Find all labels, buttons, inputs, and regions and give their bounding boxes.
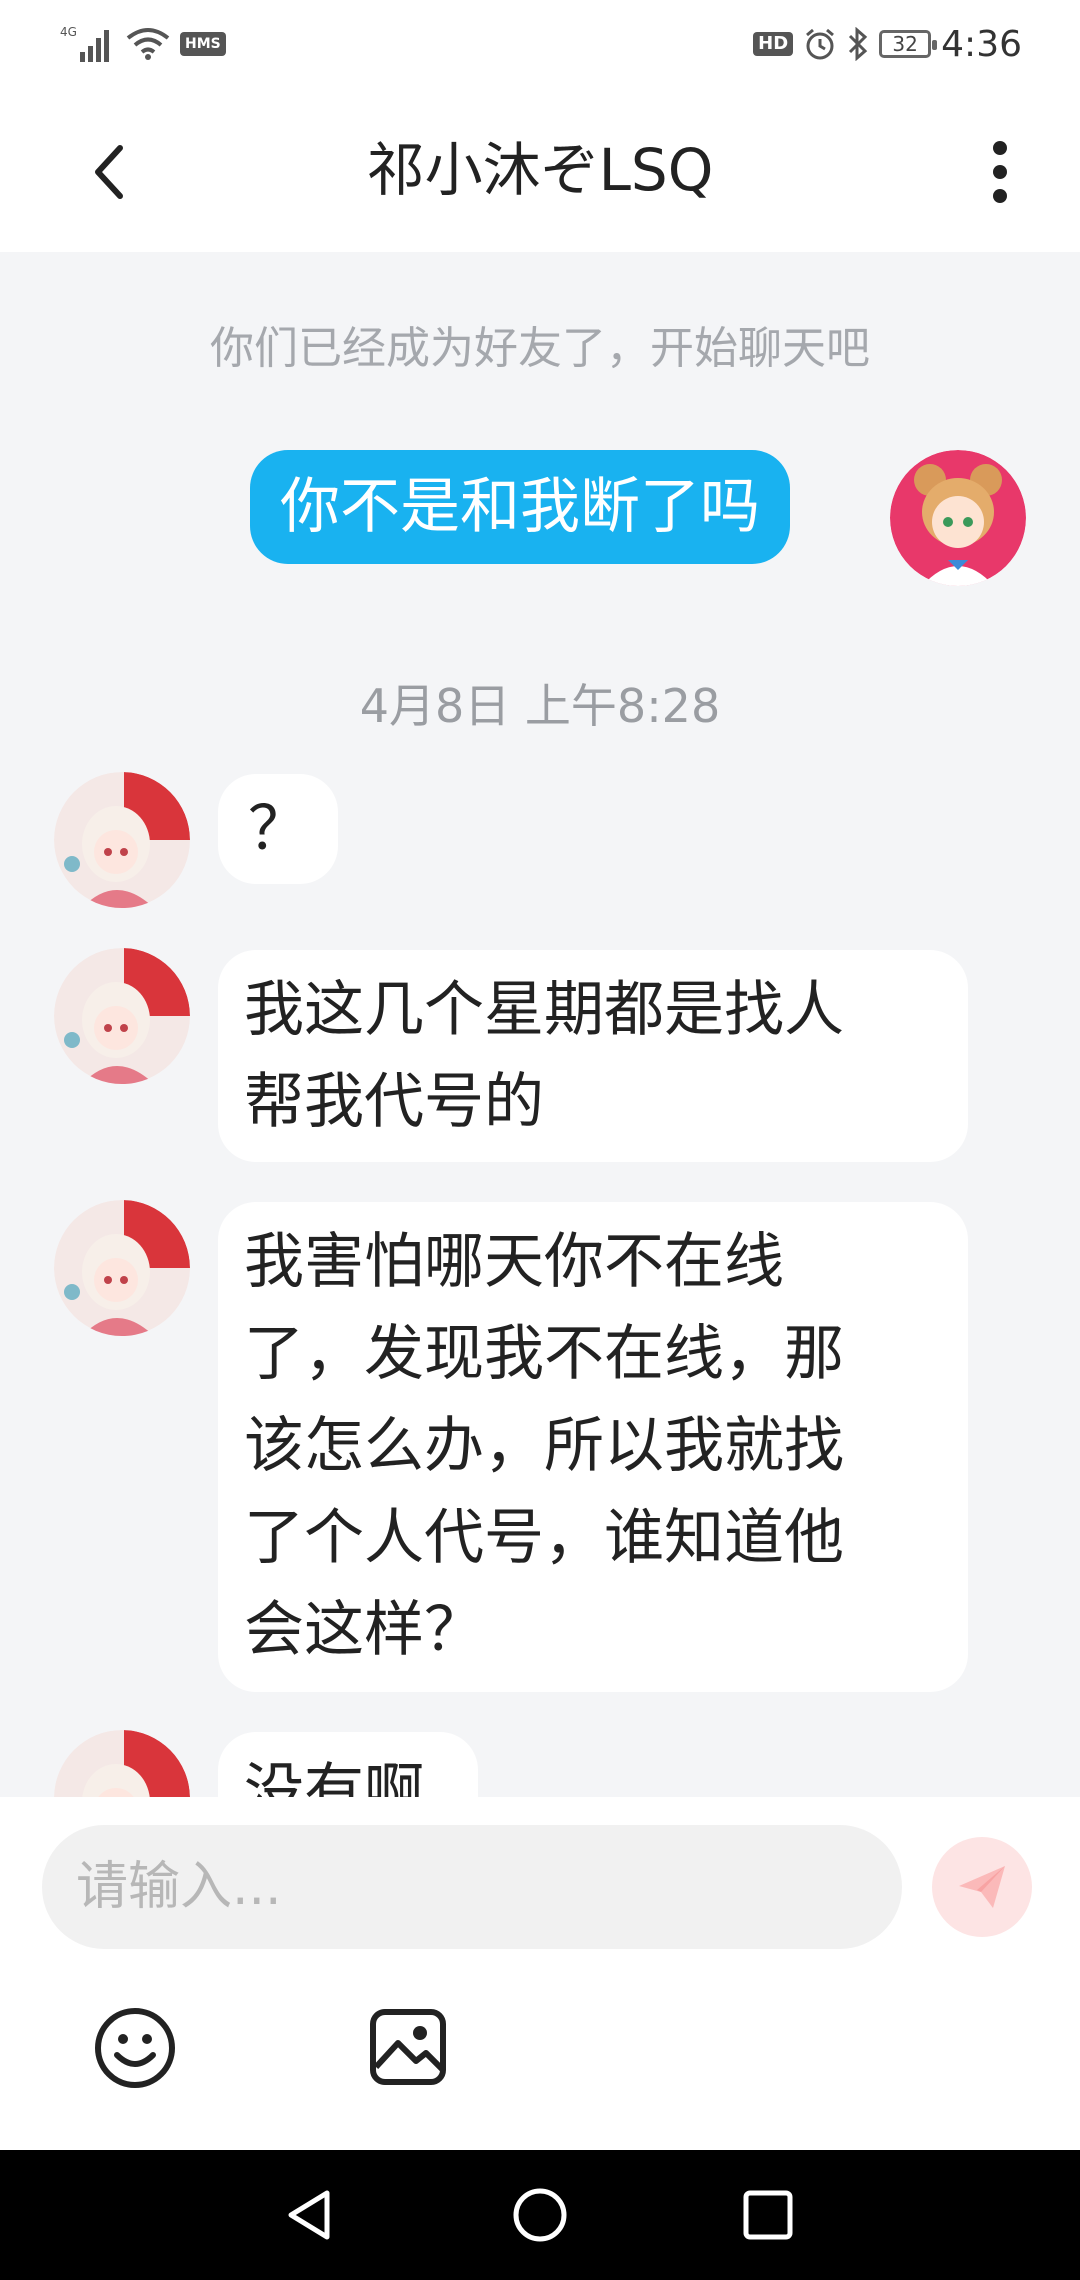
message-bubble-incoming[interactable]: 没有啊 xyxy=(218,1732,478,1797)
chevron-left-icon xyxy=(95,145,123,199)
nav-recents-button[interactable] xyxy=(735,2182,801,2248)
more-vertical-icon xyxy=(993,141,1007,203)
message-line: 帮我代号的 xyxy=(244,1067,544,1137)
nav-back-button[interactable] xyxy=(276,2182,342,2248)
emoji-button[interactable] xyxy=(92,2005,178,2091)
message-bubble-incoming[interactable]: ？ xyxy=(218,774,338,884)
emoji-icon xyxy=(95,2008,175,2088)
nav-home-icon xyxy=(513,2188,567,2242)
message-bubble-incoming[interactable]: 我害怕哪天你不在线 了，发现我不在线，那 该怎么办，所以我就找 了个人代号，谁知… xyxy=(218,1202,968,1692)
status-bar: 4G HMS HD 32 4:36 xyxy=(0,0,1080,90)
nav-back-icon xyxy=(288,2190,330,2240)
bluetooth-icon xyxy=(847,27,869,61)
more-button[interactable] xyxy=(960,132,1040,212)
contact-avatar[interactable] xyxy=(54,1730,190,1797)
send-button[interactable] xyxy=(932,1837,1032,1937)
message-bubble-outgoing[interactable]: 你不是和我断了吗 xyxy=(250,450,790,564)
system-nav-bar xyxy=(0,2150,1080,2280)
message-text: 你不是和我断了吗 xyxy=(280,472,760,542)
message-input[interactable] xyxy=(42,1825,902,1949)
back-button[interactable] xyxy=(70,132,150,212)
battery-level: 32 xyxy=(892,32,918,56)
chat-title: 祁小沐ぞLSQ xyxy=(366,136,714,204)
contact-avatar[interactable] xyxy=(54,772,190,908)
network-type: 4G xyxy=(60,25,77,39)
message-line: 会这样？ xyxy=(244,1595,484,1665)
send-icon xyxy=(959,1866,1005,1908)
image-button[interactable] xyxy=(368,2007,448,2087)
message-text: ？ xyxy=(248,794,308,864)
wifi-icon xyxy=(126,26,170,62)
nav-home-button[interactable] xyxy=(507,2182,573,2248)
message-line: 我害怕哪天你不在线 xyxy=(244,1227,784,1297)
chat-area[interactable]: 你们已经成为好友了，开始聊天吧 你不是和我断了吗 4月8日 上午8:28 ？ 我… xyxy=(0,252,1080,1797)
hms-badge: HMS xyxy=(180,32,226,56)
message-bubble-incoming[interactable]: 我这几个星期都是找人 帮我代号的 xyxy=(218,950,968,1162)
message-line: 该怎么办，所以我就找 xyxy=(244,1411,844,1481)
battery-icon: 32 xyxy=(879,30,938,58)
contact-avatar[interactable] xyxy=(54,948,190,1084)
my-avatar[interactable] xyxy=(890,450,1026,586)
message-line: 我这几个星期都是找人 xyxy=(244,975,844,1045)
message-text: 没有啊 xyxy=(244,1757,424,1797)
system-note: 你们已经成为好友了，开始聊天吧 xyxy=(210,323,870,374)
input-bar xyxy=(0,1797,1080,2150)
contact-avatar[interactable] xyxy=(54,1200,190,1336)
signal-icon: 4G xyxy=(60,24,116,64)
hd-badge: HD xyxy=(753,32,794,56)
message-line: 了个人代号，谁知道他 xyxy=(244,1503,844,1573)
chat-header: 祁小沐ぞLSQ xyxy=(0,90,1080,252)
timestamp-separator: 4月8日 上午8:28 xyxy=(359,679,721,733)
nav-recents-icon xyxy=(743,2190,793,2240)
clock: 4:36 xyxy=(941,23,1022,65)
image-icon xyxy=(370,2009,446,2085)
message-line: 了，发现我不在线，那 xyxy=(244,1319,844,1389)
alarm-icon xyxy=(803,27,837,61)
